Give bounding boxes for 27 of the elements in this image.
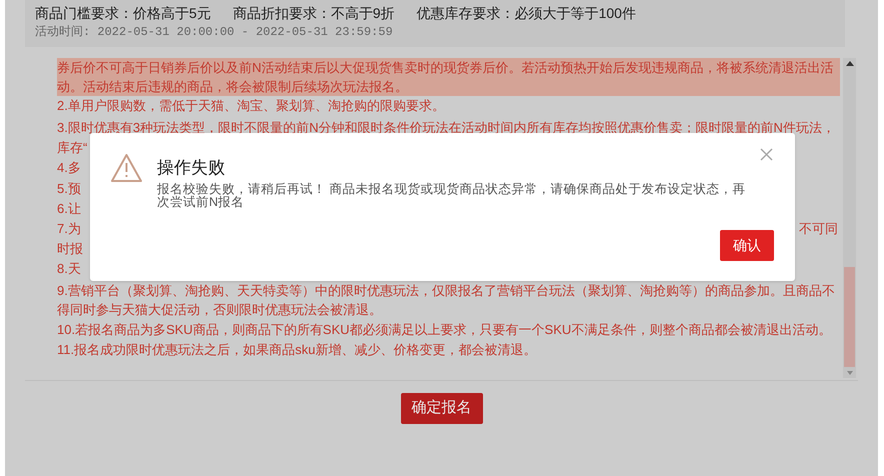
requirement-text: 优惠库存要求：必须大于等于100件	[416, 4, 636, 23]
confirm-button[interactable]: 确认	[720, 230, 774, 261]
scroll-up-icon[interactable]	[846, 61, 854, 66]
rule-text: 6.让	[57, 200, 81, 218]
rule-text: 券后价不可高于日销券后价以及前N活动结束后以大促现货售卖时的现货券后价。若活动预热开始后发现违规商品，将被系统清退活出活动。活动结束后违规的商品，将会被限制后续场次玩法报名。	[57, 59, 834, 96]
requirement-text: 商品折扣要求：不高于9折	[232, 4, 395, 23]
rule-text: 10.若报名商品为多SKU商品，则商品下的所有SKU都必须满足以上要求，只要有一个SKU不满足条件，则整个商品都会被清退出活动。	[57, 321, 832, 339]
rule-text: 不可同	[799, 220, 838, 238]
rule-text: 7.为	[57, 220, 81, 238]
scrollbar[interactable]	[843, 58, 856, 378]
warning-icon	[110, 153, 143, 183]
rule-text: 2.单用户限购数，需低于天猫、淘宝、聚划算、淘抢购的限购要求。	[57, 97, 445, 115]
activity-time: 活动时间: 2022-05-31 20:00:00 - 2022-05-31 23:59:59	[35, 24, 394, 41]
scrollbar-thumb[interactable]	[844, 267, 855, 367]
rule-text: 4.多	[57, 159, 81, 177]
rule-text: 9.营销平台（聚划算、淘抢购、天天特卖等）中的限时优惠玩法，仅限报名了营销平台玩法（聚划算、淘抢购等）的商品参加。且商品不得同时参与天猫大促活动，否则限时优惠玩法会被清退。	[57, 282, 836, 319]
submit-button[interactable]: 确定报名	[400, 393, 482, 424]
rule-text: 11.报名成功限时优惠玩法之后，如果商品sku新增、减少、价格变更，都会被清退。	[57, 341, 536, 359]
rule-text: 8.天	[57, 260, 81, 278]
dialog-message: 报名校验失败，请稍后再试！ 商品未报名现货或现货商品状态异常，请确保商品处于发布设定状态，再次尝试前N报名	[157, 183, 746, 209]
rule-text: 5.预	[57, 180, 81, 198]
close-icon[interactable]	[760, 148, 773, 161]
rule-text: 时报	[57, 240, 83, 258]
requirement-text: 商品门槛要求：价格高于5元	[35, 4, 211, 23]
rule-text: 库存“	[57, 139, 88, 157]
dialog-title: 操作失败	[157, 157, 226, 179]
scroll-down-icon[interactable]	[846, 371, 852, 375]
